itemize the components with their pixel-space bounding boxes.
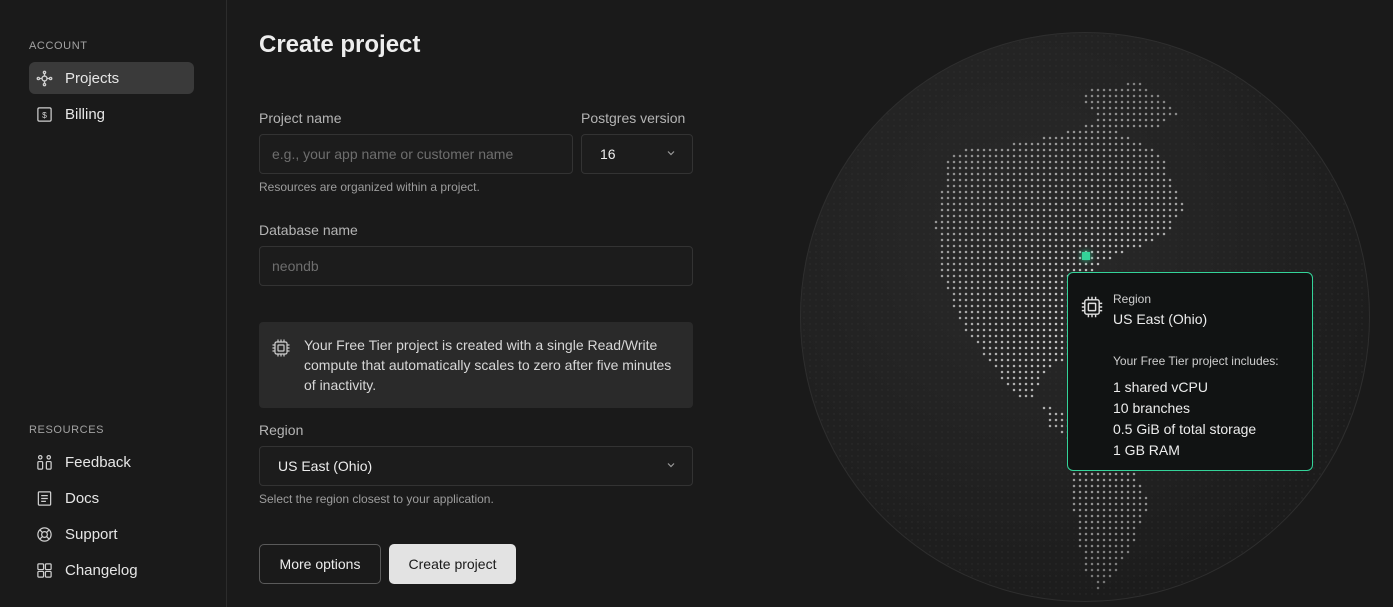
docs-icon (36, 490, 53, 507)
sidebar-item-label: Billing (65, 105, 106, 123)
sidebar-item-label: Support (65, 525, 118, 543)
chip-icon (1081, 296, 1103, 318)
database-name-input[interactable] (259, 246, 693, 286)
svg-text:$: $ (42, 110, 47, 120)
region-hint: Select the region closest to your applic… (259, 492, 494, 506)
tooltip-region-label: Region (1113, 292, 1152, 306)
sidebar-item-label: Projects (65, 69, 120, 87)
project-name-label: Project name (259, 110, 342, 126)
region-label: Region (259, 422, 304, 438)
create-project-button[interactable]: Create project (389, 544, 516, 584)
tooltip-includes-list: 1 shared vCPU 10 branches 0.5 GiB of tot… (1113, 377, 1256, 461)
projects-icon (36, 70, 53, 87)
changelog-icon (36, 562, 53, 579)
chevron-down-icon (667, 151, 675, 156)
more-options-button[interactable]: More options (259, 544, 381, 584)
sidebar-item-support[interactable]: Support (29, 518, 194, 550)
project-name-input[interactable] (259, 134, 573, 174)
sidebar-item-docs[interactable]: Docs (29, 482, 194, 514)
free-tier-info-text: Your Free Tier project is created with a… (304, 337, 672, 393)
account-section-label: ACCOUNT (29, 40, 88, 52)
list-item: 10 branches (1113, 400, 1191, 416)
database-name-label: Database name (259, 222, 358, 238)
postgres-version-label: Postgres version (581, 110, 686, 126)
billing-icon: $ (36, 106, 53, 123)
sidebar: ACCOUNT Projects $ Billing RESOURCES Fee… (0, 0, 227, 607)
resources-section-label: RESOURCES (29, 424, 105, 436)
region-marker (1082, 252, 1090, 260)
list-item: 0.5 GiB of total storage (1113, 421, 1257, 437)
project-name-hint: Resources are organized within a project… (259, 180, 480, 194)
chip-icon (272, 339, 290, 357)
sidebar-item-projects[interactable]: Projects (29, 62, 194, 94)
region-tooltip: Region US East (Ohio) Your Free Tier pro… (1067, 272, 1313, 471)
sidebar-item-feedback[interactable]: Feedback (29, 446, 194, 478)
list-item: 1 GB RAM (1113, 442, 1180, 458)
sidebar-item-changelog[interactable]: Changelog (29, 554, 194, 586)
list-item: 1 shared vCPU (1113, 379, 1208, 395)
feedback-icon (36, 454, 53, 471)
sidebar-item-label: Docs (65, 489, 100, 507)
page-title: Create project (259, 31, 421, 58)
region-value: US East (Ohio) (278, 458, 373, 474)
region-select[interactable]: US East (Ohio) (259, 446, 693, 486)
free-tier-info-box: Your Free Tier project is created with a… (259, 322, 693, 408)
postgres-version-select[interactable]: 16 (581, 134, 693, 174)
sidebar-item-label: Feedback (65, 453, 131, 471)
tooltip-region-value: US East (Ohio) (1113, 311, 1208, 327)
chevron-down-icon (667, 463, 675, 468)
postgres-version-value: 16 (600, 146, 616, 162)
sidebar-item-billing[interactable]: $ Billing (29, 98, 194, 130)
support-icon (36, 526, 53, 543)
sidebar-item-label: Changelog (65, 561, 138, 579)
tooltip-includes-label: Your Free Tier project includes: (1113, 354, 1279, 368)
